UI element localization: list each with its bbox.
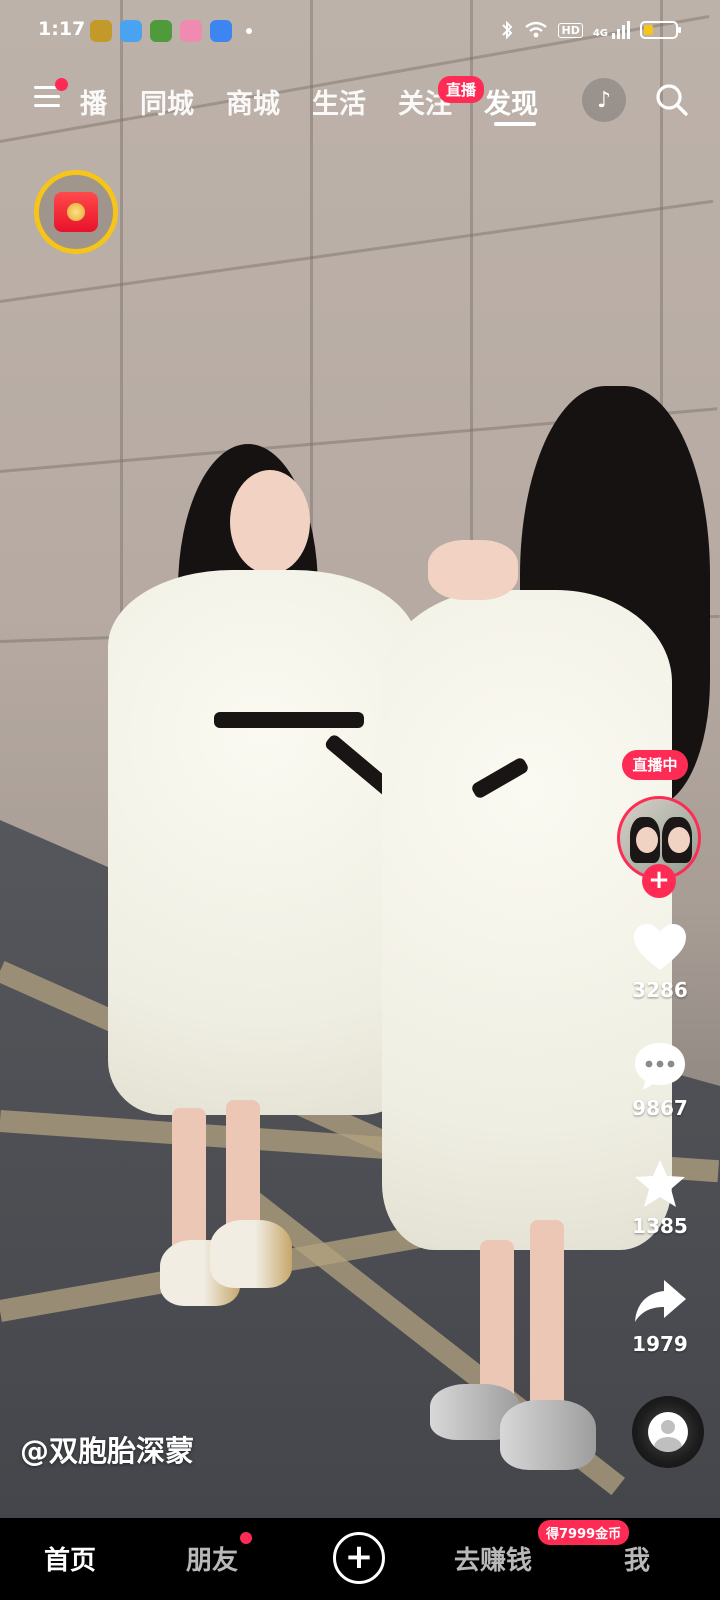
battery-fill: [644, 25, 653, 35]
favorite-button[interactable]: 1385: [620, 1158, 700, 1238]
share-arrow-icon: [635, 1280, 686, 1322]
earn-coin-badge: 得7999金币: [538, 1520, 630, 1545]
battery-icon: [640, 21, 681, 39]
music-avatar-icon: [648, 1412, 688, 1452]
tab-mall[interactable]: 商城: [226, 82, 280, 121]
app-notification-icon: [90, 20, 112, 42]
red-envelope-icon: [54, 192, 98, 232]
top-nav: 播 同城 商城 生活 关注 直播 发现 ♪: [0, 70, 720, 134]
hands: [428, 540, 518, 600]
shoe: [500, 1400, 596, 1470]
dress: [108, 570, 418, 1115]
tab-live[interactable]: 播: [80, 82, 107, 121]
sash: [214, 712, 364, 728]
comment-button[interactable]: 9867: [620, 1040, 700, 1120]
menu-line: [34, 95, 60, 98]
shoe: [210, 1220, 292, 1288]
red-packet-button[interactable]: [34, 170, 118, 254]
status-bar: 1:17 HD 4G: [0, 0, 720, 64]
network-type: 4G: [592, 28, 608, 39]
more-notifications-icon: [246, 28, 252, 34]
avatar-face: [636, 827, 658, 853]
bottom-tab-home[interactable]: 首页: [44, 1540, 96, 1577]
signal-bar: [627, 21, 630, 39]
tab-life[interactable]: 生活: [312, 82, 366, 121]
bluetooth-icon: [502, 20, 513, 40]
heart-icon: [634, 924, 686, 970]
bottom-tab-earn[interactable]: 去赚钱: [454, 1540, 532, 1577]
signal-icon: 4G: [593, 21, 630, 39]
tab-discover[interactable]: 发现: [484, 82, 538, 121]
author-name[interactable]: @双胞胎深蒙: [20, 1428, 194, 1470]
leg: [530, 1220, 564, 1410]
share-count: 1979: [632, 1332, 688, 1356]
favorite-count: 1385: [632, 1214, 688, 1238]
bottom-tab-me[interactable]: 我: [624, 1540, 650, 1577]
leg: [172, 1108, 206, 1258]
app-notification-icon: [120, 20, 142, 42]
dress: [382, 590, 672, 1250]
status-app-icons: [90, 20, 252, 42]
app-notification-icon: [180, 20, 202, 42]
signal-bar: [622, 25, 625, 39]
bottom-tab-friends[interactable]: 朋友: [186, 1540, 238, 1577]
search-icon[interactable]: [654, 82, 690, 118]
star-icon: [635, 1160, 685, 1207]
like-count: 3286: [632, 978, 688, 1002]
live-badge: 直播: [438, 76, 485, 103]
menu-line: [34, 104, 60, 107]
create-button[interactable]: +: [333, 1532, 385, 1584]
like-button[interactable]: 3286: [620, 922, 700, 1002]
face: [230, 470, 310, 574]
avatar-face: [668, 827, 690, 853]
hd-icon: HD: [558, 22, 583, 38]
tiktok-icon[interactable]: ♪: [582, 78, 626, 122]
signal-bar: [617, 29, 620, 39]
signal-bar: [612, 33, 615, 39]
comment-icon: [635, 1043, 685, 1090]
active-tab-underline: [494, 122, 536, 126]
follow-button[interactable]: +: [642, 864, 676, 898]
notification-dot: [55, 78, 68, 91]
app-notification-icon: [150, 20, 172, 42]
comment-count: 9867: [632, 1096, 688, 1120]
status-indicators: HD 4G: [500, 20, 681, 40]
menu-button[interactable]: [34, 78, 68, 114]
live-status-tag[interactable]: 直播中: [622, 750, 688, 780]
tab-local[interactable]: 同城: [140, 82, 194, 121]
share-button[interactable]: 1979: [620, 1276, 700, 1356]
status-time: 1:17: [38, 18, 86, 40]
music-disc-button[interactable]: [632, 1396, 704, 1468]
friends-notification-dot: [240, 1532, 252, 1544]
bottom-nav: 首页 朋友 + 去赚钱 得7999金币 我: [0, 1518, 720, 1600]
leg: [226, 1100, 260, 1240]
wifi-icon: [525, 21, 548, 38]
app-notification-icon: [210, 20, 232, 42]
